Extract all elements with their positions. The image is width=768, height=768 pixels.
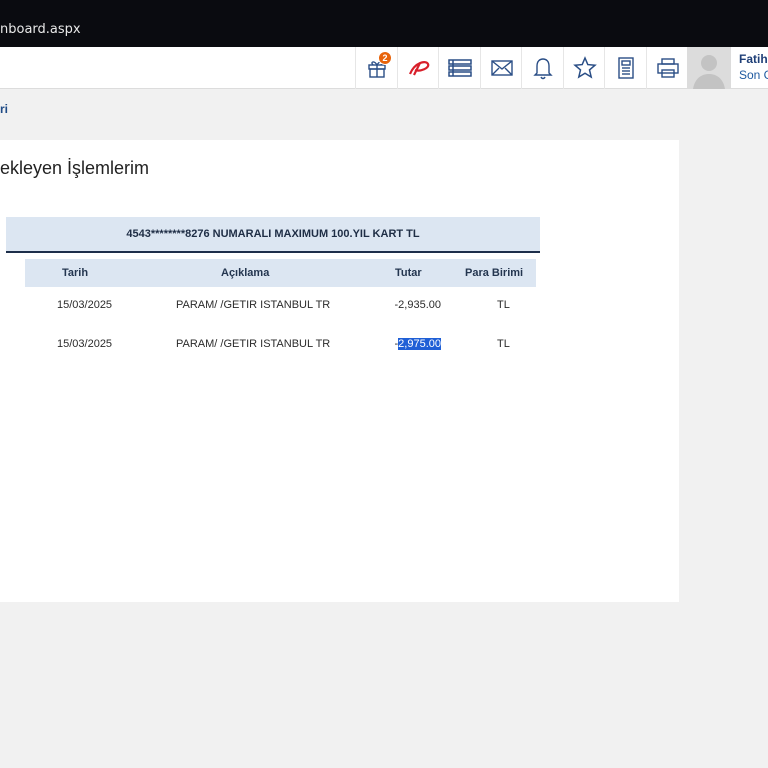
favorites-button[interactable] (563, 47, 605, 89)
bell-icon (532, 56, 554, 80)
list-button[interactable] (438, 47, 480, 89)
card-title-bar: 4543********8276 NUMARALI MAXIMUM 100.YI… (6, 217, 540, 253)
row-description: PARAM/ /GETIR ISTANBUL TR (176, 299, 331, 311)
row-amount: -2,935.00 (394, 299, 441, 311)
param-logo-icon (406, 58, 432, 78)
table-header: Tarih Açıklama Tutar Para Birimi (25, 259, 536, 287)
avatar[interactable] (687, 47, 731, 89)
column-header-description: Açıklama (221, 267, 270, 279)
row-date: 15/03/2025 (57, 338, 113, 350)
column-header-date: Tarih (62, 267, 89, 279)
star-icon (572, 56, 597, 80)
gift-button[interactable]: 2 (355, 47, 397, 89)
row-currency: TL (497, 338, 510, 350)
print-button[interactable] (646, 47, 688, 89)
notifications-button[interactable] (521, 47, 563, 89)
row-date: 15/03/2025 (57, 299, 113, 311)
table-row: 15/03/2025 PARAM/ /GETIR ISTANBUL TR -2,… (25, 299, 536, 319)
list-icon (447, 58, 472, 78)
column-header-amount: Tutar (395, 267, 422, 279)
user-name[interactable]: Fatih (739, 52, 768, 66)
mail-icon (490, 59, 513, 77)
page-title: ekleyen İşlemlerim (0, 158, 150, 178)
row-description: PARAM/ /GETIR ISTANBUL TR (176, 338, 331, 350)
param-button[interactable] (397, 47, 439, 89)
mail-button[interactable] (480, 47, 522, 89)
row-currency: TL (497, 299, 510, 311)
top-toolbar: 2 Fatih Son (0, 47, 768, 89)
calculator-icon (617, 57, 635, 79)
notification-badge: 2 (378, 51, 392, 65)
card-title: 4543********8276 NUMARALI MAXIMUM 100.YI… (126, 228, 420, 240)
table-row: 15/03/2025 PARAM/ /GETIR ISTANBUL TR -2,… (25, 338, 536, 358)
last-login-text: Son G (739, 68, 768, 82)
content-panel: ekleyen İşlemlerim 4543********8276 NUMA… (0, 140, 679, 602)
browser-titlebar: nboard.aspx (0, 0, 768, 47)
row-amount: -2,975.00 (394, 338, 441, 350)
printer-icon (656, 57, 680, 79)
address-text[interactable]: nboard.aspx (0, 22, 81, 37)
selected-amount-text[interactable]: 2,975.00 (398, 338, 441, 350)
calculator-button[interactable] (604, 47, 646, 89)
column-header-currency: Para Birimi (465, 267, 524, 279)
breadcrumb[interactable]: ri (0, 102, 8, 116)
